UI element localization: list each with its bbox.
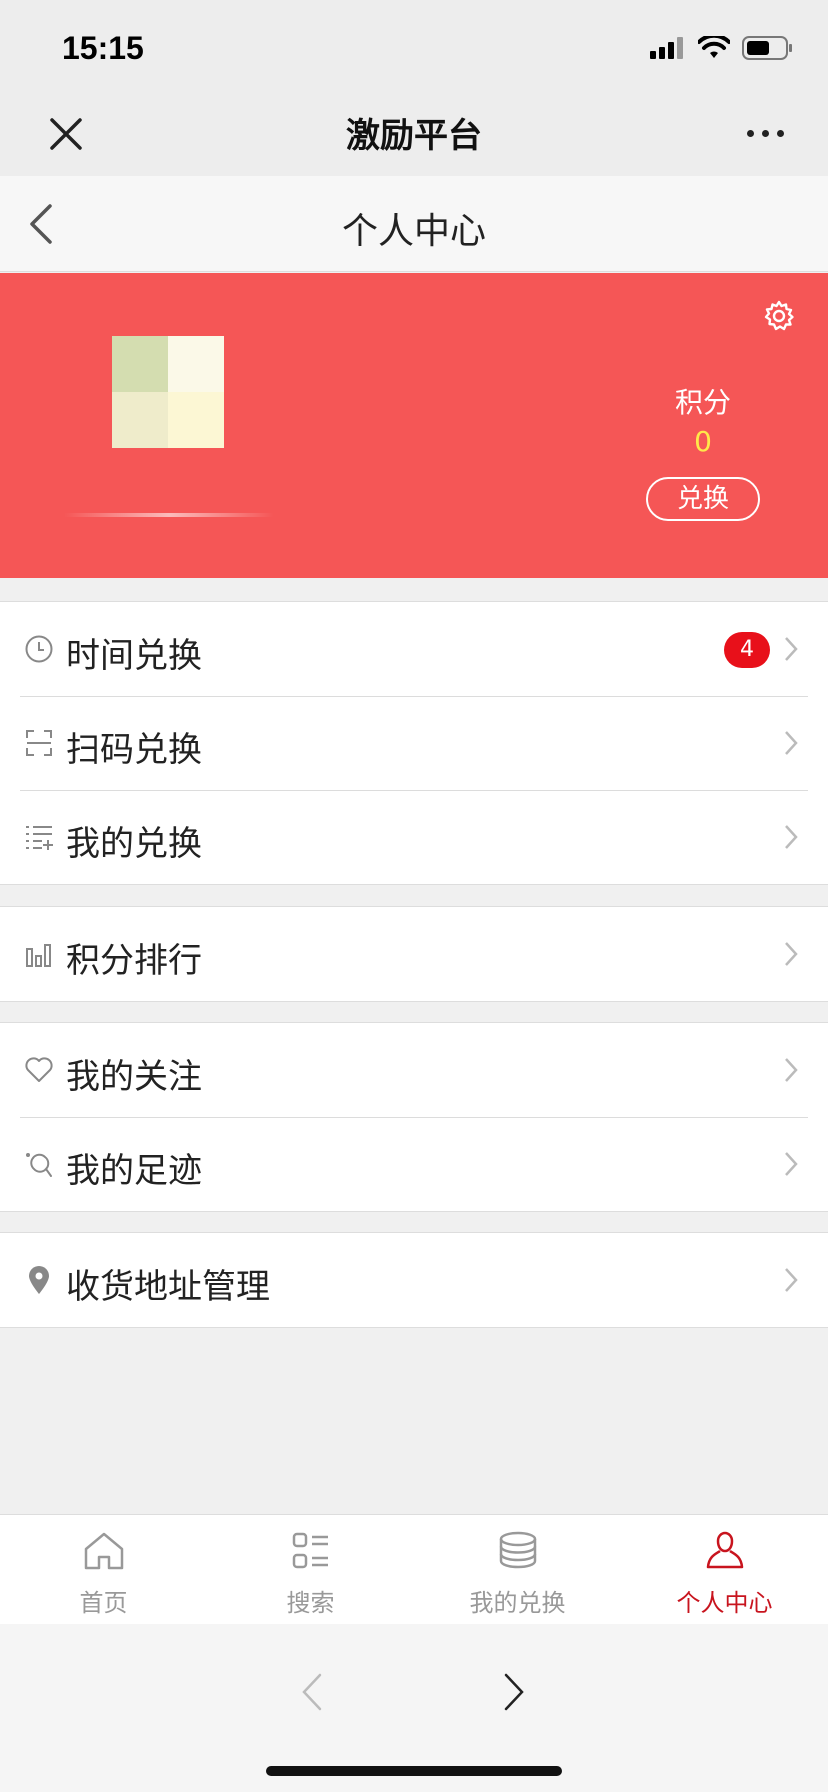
tab-label: 我的兑换 <box>469 1589 566 1617</box>
chevron-right-icon <box>785 942 798 966</box>
menu-item-label: 我的兑换 <box>66 824 202 864</box>
menu-item-label: 积分排行 <box>66 941 202 981</box>
wechat-title: 激励平台 <box>346 116 482 156</box>
tab-label: 首页 <box>79 1589 128 1617</box>
tab-label: 搜索 <box>286 1589 335 1617</box>
menu-item-points-ranking[interactable]: 积分排行 <box>0 907 828 1001</box>
menu-item-address-management[interactable]: 收货地址管理 <box>0 1233 828 1327</box>
tab-label: 个人中心 <box>676 1589 773 1617</box>
battery-icon <box>742 36 792 60</box>
bar-chart-icon <box>26 944 51 967</box>
clock-icon <box>25 635 53 663</box>
signal-icon <box>650 37 683 59</box>
scan-icon <box>26 730 52 756</box>
status-icons <box>650 36 794 60</box>
wechat-nav-bar: 激励平台 <box>0 94 828 176</box>
chevron-right-icon <box>785 825 798 849</box>
more-icon[interactable] <box>747 130 784 137</box>
wifi-icon <box>698 36 730 58</box>
tab-home[interactable]: 首页 <box>0 1515 207 1624</box>
points-label: 积分 <box>674 386 731 419</box>
chevron-right-icon <box>785 1058 798 1082</box>
menu-group-favorites: 我的关注 我的足迹 <box>0 1022 828 1212</box>
points-value: 0 <box>694 425 712 458</box>
menu-item-label: 收货地址管理 <box>66 1267 270 1307</box>
chevron-right-icon <box>785 731 798 755</box>
menu-item-label: 我的足迹 <box>66 1151 202 1191</box>
menu-item-my-exchange[interactable]: 我的兑换 <box>0 790 828 884</box>
location-pin-icon <box>29 1266 49 1294</box>
notification-badge: 4 <box>724 632 770 668</box>
menu-group-address: 收货地址管理 <box>0 1232 828 1328</box>
gear-icon[interactable] <box>762 299 796 333</box>
menu-group-ranking: 积分排行 <box>0 906 828 1002</box>
menu-item-my-follows[interactable]: 我的关注 <box>0 1023 828 1117</box>
coins-icon <box>499 1531 536 1569</box>
menu-item-label: 时间兑换 <box>66 636 202 676</box>
chevron-right-icon <box>785 1152 798 1176</box>
status-time: 15:15 <box>62 30 144 66</box>
redeem-button[interactable]: 兑换 <box>646 477 760 521</box>
profile-banner: 积分 0 兑换 <box>0 273 828 578</box>
menu-item-label: 我的关注 <box>66 1057 202 1097</box>
home-indicator[interactable] <box>266 1766 562 1776</box>
menu-item-label: 扫码兑换 <box>66 730 202 770</box>
search-list-icon <box>292 1532 328 1569</box>
tab-my-exchange[interactable]: 我的兑换 <box>414 1515 621 1624</box>
menu-item-my-footprints[interactable]: 我的足迹 <box>0 1117 828 1211</box>
footprint-icon <box>26 1153 52 1177</box>
tab-search[interactable]: 搜索 <box>207 1515 414 1624</box>
page-title: 个人中心 <box>341 211 486 252</box>
status-bar: 15:15 <box>0 0 828 94</box>
menu-item-time-exchange[interactable]: 时间兑换 4 <box>0 602 828 696</box>
avatar[interactable] <box>112 336 224 448</box>
browser-forward-button[interactable] <box>502 1672 526 1712</box>
menu-item-scan-exchange[interactable]: 扫码兑换 <box>0 696 828 790</box>
home-icon <box>84 1532 123 1570</box>
list-add-icon <box>26 826 53 850</box>
heart-icon <box>25 1057 53 1082</box>
browser-toolbar <box>0 1624 828 1792</box>
username-blurred <box>64 513 274 517</box>
browser-back-button[interactable] <box>300 1672 324 1712</box>
menu-group-exchange: 时间兑换 4 扫码兑换 我的兑换 <box>0 601 828 885</box>
page-header: 个人中心 <box>0 176 828 272</box>
chevron-right-icon <box>785 637 798 661</box>
tab-personal-center[interactable]: 个人中心 <box>621 1515 828 1624</box>
person-icon <box>706 1531 743 1569</box>
bottom-tab-bar: 首页 搜索 我的兑换 个人中心 <box>0 1514 828 1624</box>
chevron-right-icon <box>785 1268 798 1292</box>
